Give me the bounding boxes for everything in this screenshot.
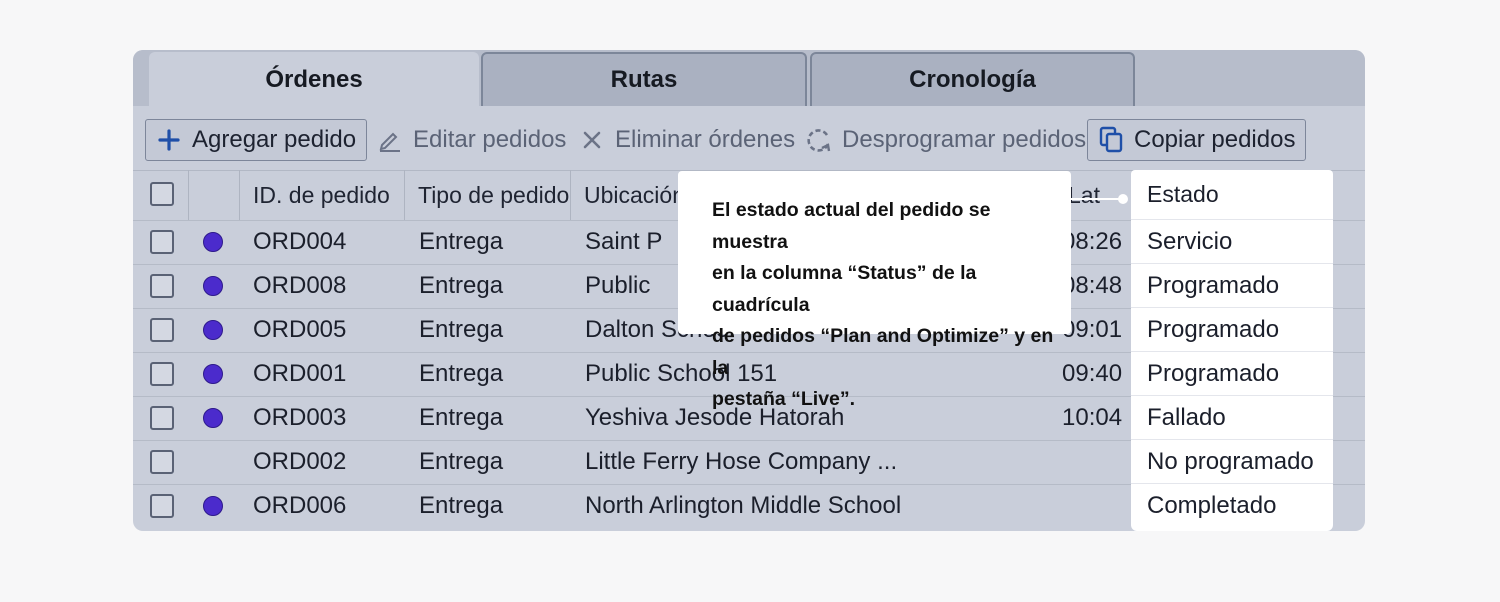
delete-orders-button[interactable]: Eliminar órdenes — [577, 119, 795, 161]
row-checkbox[interactable] — [150, 274, 174, 298]
order-status-dot — [203, 364, 223, 384]
time-cell: 08:48 — [1062, 272, 1123, 299]
tooltip-line: pestaña “Live”. — [712, 388, 856, 410]
time-cell: 09:40 — [1062, 360, 1123, 387]
status-cell: No programado — [1131, 440, 1333, 484]
toolbar: Agregar pedido Editar pedidos Eliminar ó… — [133, 106, 1365, 171]
unschedule-orders-label: Desprogramar pedidos — [842, 126, 1087, 153]
row-checkbox[interactable] — [150, 362, 174, 386]
order-status-dot — [203, 408, 223, 428]
column-header-status[interactable]: Estado — [1131, 170, 1333, 220]
tooltip-connector — [1071, 198, 1123, 200]
location-cell: Little Ferry Hose Company ... — [585, 448, 898, 475]
tooltip-line: de pedidos “Plan and Optimize” y en la — [712, 325, 1054, 379]
tab-rutas[interactable]: Rutas — [481, 52, 807, 106]
order-id-cell: ORD005 — [253, 316, 347, 343]
add-order-button[interactable]: Agregar pedido — [145, 119, 368, 161]
tooltip-line: en la columna “Status” de la cuadrícula — [712, 262, 977, 316]
time-cell: 09:01 — [1062, 316, 1123, 343]
order-status-dot — [203, 276, 223, 296]
status-cell: Programado — [1131, 264, 1333, 308]
status-tooltip: El estado actual del pedido se muestra e… — [678, 171, 1071, 410]
status-cell: Programado — [1131, 308, 1333, 352]
x-icon — [577, 130, 607, 150]
pencil-icon — [375, 127, 405, 153]
copy-orders-label: Copiar pedidos — [1134, 126, 1296, 153]
row-checkbox[interactable] — [150, 450, 174, 474]
copy-icon — [1096, 126, 1126, 154]
order-type-cell: Entrega — [419, 228, 504, 255]
add-order-label: Agregar pedido — [192, 126, 357, 153]
row-checkbox[interactable] — [150, 406, 174, 430]
plus-icon — [154, 129, 184, 151]
status-column-highlight: Estado Servicio Programado Programado Pr… — [1131, 170, 1333, 531]
order-type-cell: Entrega — [419, 360, 504, 387]
tab-ordenes[interactable]: Órdenes — [149, 52, 479, 106]
location-cell: North Arlington Middle School — [585, 492, 902, 519]
column-header-location[interactable]: Ubicación — [584, 170, 685, 220]
edit-orders-label: Editar pedidos — [413, 126, 567, 153]
order-type-cell: Entrega — [419, 404, 504, 431]
order-type-cell: Entrega — [419, 492, 504, 519]
status-cell: Programado — [1131, 352, 1333, 396]
status-cell: Fallado — [1131, 396, 1333, 440]
order-id-cell: ORD008 — [253, 272, 347, 299]
order-status-dot — [203, 320, 223, 340]
edit-orders-button[interactable]: Editar pedidos — [375, 119, 566, 161]
column-header-order-id[interactable]: ID. de pedido — [253, 170, 390, 220]
row-checkbox[interactable] — [150, 494, 174, 518]
delete-orders-label: Eliminar órdenes — [615, 126, 796, 153]
copy-orders-button[interactable]: Copiar pedidos — [1087, 119, 1307, 161]
status-cell: Completado — [1147, 492, 1277, 519]
tooltip-connector-dot — [1118, 194, 1128, 204]
tab-bar: Órdenes Rutas Cronología — [133, 50, 1365, 106]
row-checkbox[interactable] — [150, 318, 174, 342]
order-id-cell: ORD004 — [253, 228, 347, 255]
time-cell: 08:26 — [1062, 228, 1123, 255]
row-checkbox[interactable] — [150, 230, 174, 254]
rotate-icon — [804, 126, 834, 154]
time-cell: 10:04 — [1062, 404, 1123, 431]
location-cell: Public — [585, 272, 651, 299]
order-id-cell: ORD006 — [253, 492, 347, 519]
order-status-dot — [203, 232, 223, 252]
tab-cronologia[interactable]: Cronología — [810, 52, 1135, 106]
order-type-cell: Entrega — [419, 316, 504, 343]
status-cell: Servicio — [1131, 220, 1333, 264]
order-id-cell: ORD003 — [253, 404, 347, 431]
order-type-cell: Entrega — [419, 448, 504, 475]
order-id-cell: ORD001 — [253, 360, 347, 387]
order-type-cell: Entrega — [419, 272, 504, 299]
column-header-order-type[interactable]: Tipo de pedido — [418, 170, 569, 220]
tooltip-line: El estado actual del pedido se muestra — [712, 199, 991, 253]
location-cell: Saint P — [585, 228, 663, 255]
column-header-lat[interactable]: Lat — [1068, 170, 1100, 220]
order-status-dot — [203, 496, 223, 516]
unschedule-orders-button[interactable]: Desprogramar pedidos — [804, 119, 1086, 161]
select-all-checkbox[interactable] — [150, 182, 174, 206]
order-id-cell: ORD002 — [253, 448, 347, 475]
